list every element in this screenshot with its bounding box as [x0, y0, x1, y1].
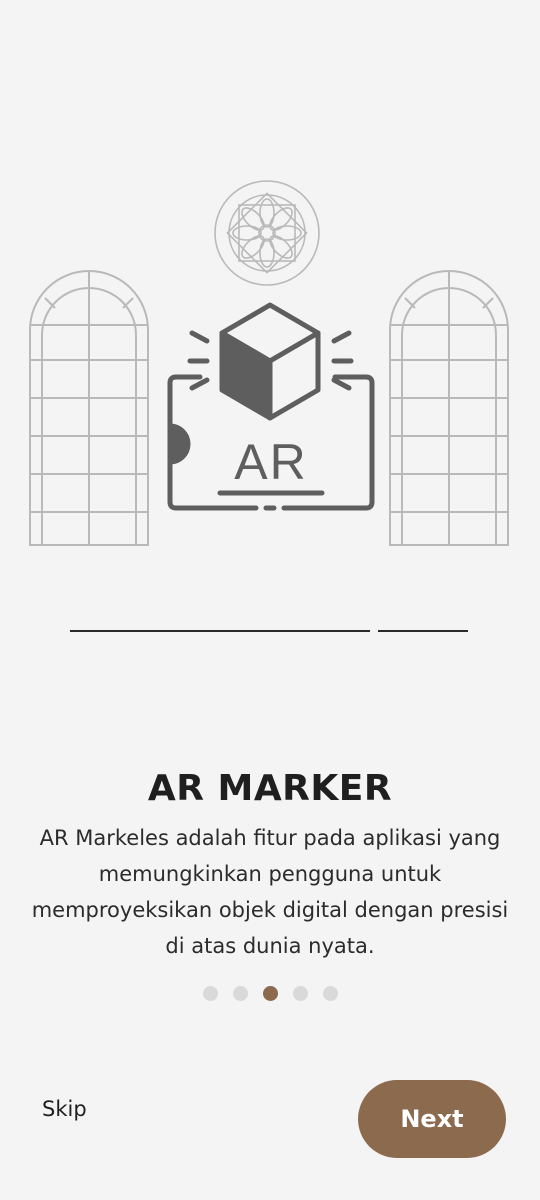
page-dot [202, 986, 218, 1001]
onboarding-illustration: AR [29, 180, 509, 546]
next-button[interactable]: Next [358, 1080, 506, 1158]
page-dot [292, 986, 308, 1001]
page-title: AR MARKER [147, 768, 393, 809]
window-arch-icon [389, 270, 509, 546]
skip-button[interactable]: Skip [42, 1097, 87, 1121]
window-arch-icon [29, 270, 149, 546]
illustration-divider-long [70, 630, 370, 632]
page-dot [232, 986, 248, 1001]
rose-window-icon [214, 180, 320, 286]
ar-cube-icon [219, 302, 321, 421]
page-dot [322, 986, 338, 1001]
page-indicator [0, 986, 540, 1001]
page-dot-active [262, 986, 278, 1001]
page-description: AR Markeles adalah fitur pada aplikasi y… [31, 826, 509, 958]
illustration-divider-short [378, 630, 468, 632]
ar-marker-text: AR [234, 434, 307, 490]
